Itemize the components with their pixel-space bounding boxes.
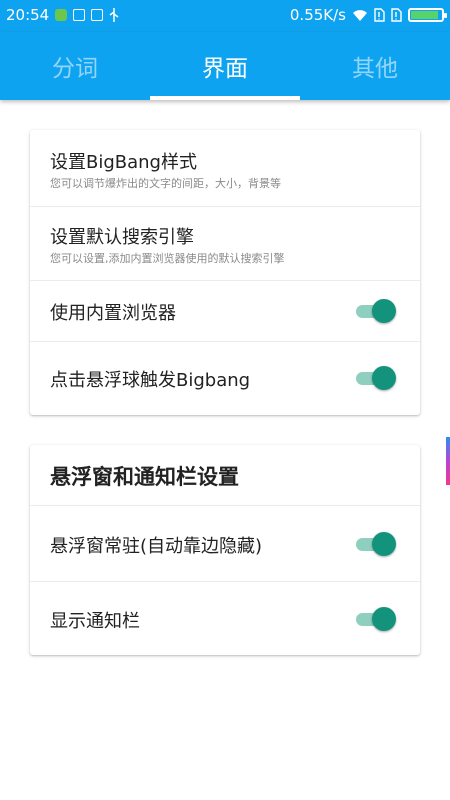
show-notification-title: 显示通知栏 [50,611,140,632]
builtin-browser-setting[interactable]: 使用内置浏览器 [30,281,420,342]
search-engine-title: 设置默认搜索引擎 [50,227,194,248]
tab-indicator [150,96,300,100]
float-window-persistent-title: 悬浮窗常驻(自动靠边隐藏) [50,536,263,557]
show-notification-setting[interactable]: 显示通知栏 [30,582,420,655]
toggle-thumb [372,607,396,631]
floating-ball-edge-handle[interactable] [446,437,450,485]
status-bar: 20:54 0.55K/s [0,0,450,32]
search-engine-subtitle: 您可以设置,添加内置浏览器使用的默认搜索引擎 [50,252,285,265]
tab-interface[interactable]: 界面 [150,32,300,100]
battery-level [411,11,438,19]
float-window-persistent-setting[interactable]: 悬浮窗常驻(自动靠边隐藏) [30,506,420,582]
tab-bar: 分词 界面 其他 [0,32,450,100]
float-ball-bigbang-setting[interactable]: 点击悬浮球触发Bigbang [30,342,420,415]
toggle-thumb [372,366,396,390]
app-notify-icon [55,9,68,21]
bigbang-style-title: 设置BigBang样式 [50,152,197,173]
tab-segmentation[interactable]: 分词 [0,32,150,100]
section-title: 悬浮窗和通知栏设置 [50,465,239,489]
show-notification-toggle[interactable] [356,607,396,631]
status-time: 20:54 [6,6,50,24]
float-window-persistent-toggle[interactable] [356,532,396,556]
network-speed: 0.55K/s [289,6,346,24]
float-ball-bigbang-toggle[interactable] [356,366,396,390]
builtin-browser-title: 使用内置浏览器 [50,303,176,324]
usb-icon [109,8,119,22]
default-search-engine-setting[interactable]: 设置默认搜索引擎 您可以设置,添加内置浏览器使用的默认搜索引擎 [30,207,420,281]
float-ball-bigbang-title: 点击悬浮球触发Bigbang [50,370,251,391]
toggle-thumb [372,299,396,323]
file-icon [73,9,86,21]
builtin-browser-toggle[interactable] [356,299,396,323]
no-sim-icon [374,8,385,22]
wifi-icon [353,9,367,21]
float-window-section-header: 悬浮窗和通知栏设置 [30,445,420,506]
bigbang-style-setting[interactable]: 设置BigBang样式 您可以调节爆炸出的文字的间距，大小，背景等 [30,130,420,207]
general-settings-card: 设置BigBang样式 您可以调节爆炸出的文字的间距，大小，背景等 设置默认搜索… [30,130,420,415]
no-sim-icon [391,8,402,22]
toggle-thumb [372,532,396,556]
float-window-settings-card: 悬浮窗和通知栏设置 悬浮窗常驻(自动靠边隐藏) 显示通知栏 [30,445,420,655]
bigbang-style-subtitle: 您可以调节爆炸出的文字的间距，大小，背景等 [50,177,281,190]
tab-other[interactable]: 其他 [300,32,450,100]
screenshot-icon [91,9,104,21]
battery-icon [408,8,447,22]
